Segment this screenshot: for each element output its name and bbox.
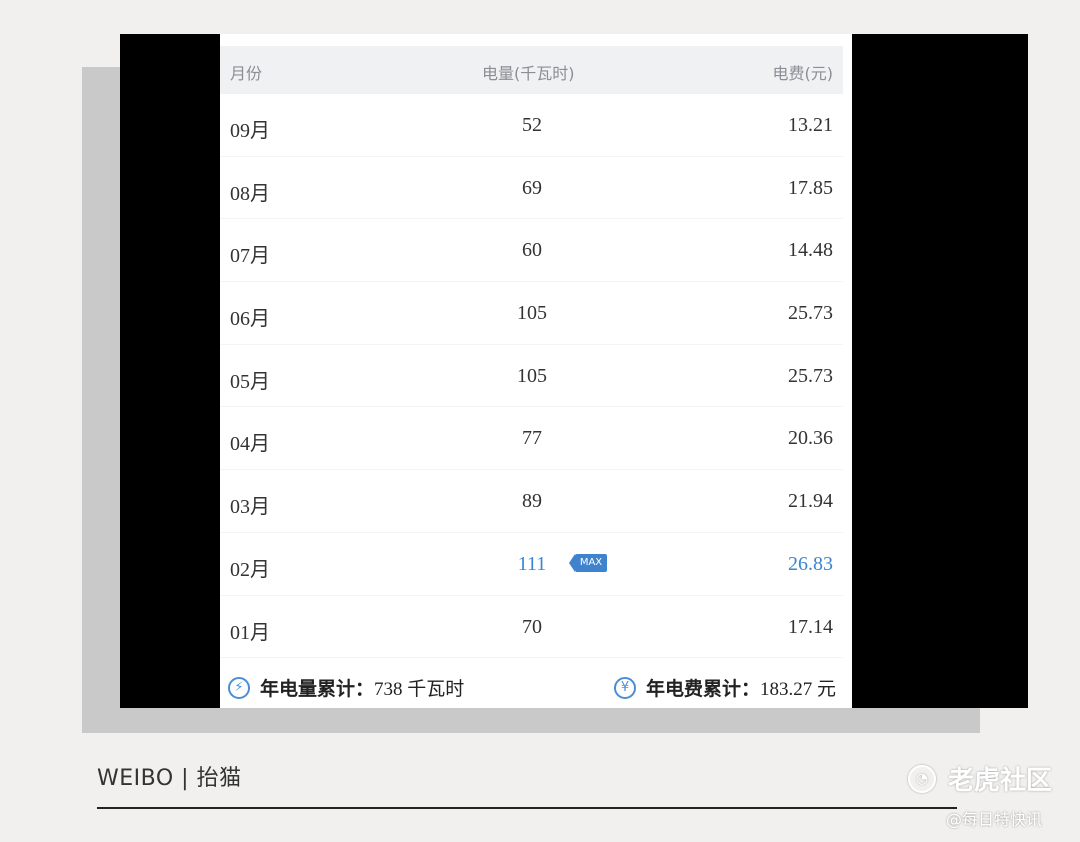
tiger-logo-icon: ◔ xyxy=(908,764,936,793)
yuan-icon: ¥ xyxy=(613,676,636,699)
table-row: 07月 60 14.48 xyxy=(220,219,843,283)
cell-fee: 26.83 xyxy=(788,552,833,575)
source-credit: WEIBO | 抬猫 xyxy=(97,766,242,791)
cell-kwh: 70 xyxy=(522,615,542,638)
annual-kwh-value: 738 千瓦时 xyxy=(374,679,465,700)
phone-screen: 月份 电量(千瓦时) 电费(元) 09月 52 13.21 08月 69 17.… xyxy=(220,34,852,708)
annual-summary: ⚡ 年电量累计： 738 千瓦时 ¥ 年电费累计： 183.27 元 xyxy=(220,670,852,708)
lightning-icon: ⚡ xyxy=(228,676,250,699)
table-body: 09月 52 13.21 08月 69 17.85 07月 60 14.48 0… xyxy=(220,94,843,659)
cell-month: 07月 xyxy=(230,245,270,268)
cell-fee: 25.73 xyxy=(788,302,833,325)
cell-kwh: 105 xyxy=(517,302,547,325)
cell-fee: 25.73 xyxy=(788,364,833,387)
cell-fee: 13.21 xyxy=(788,114,833,136)
cell-kwh: 60 xyxy=(522,239,542,262)
header-kwh: 电量(千瓦时) xyxy=(482,64,575,83)
annual-kwh-summary: ⚡ 年电量累计： 738 千瓦时 xyxy=(228,674,464,701)
cell-kwh: 89 xyxy=(522,490,542,513)
cell-fee: 21.94 xyxy=(788,490,833,513)
cell-month: 08月 xyxy=(230,182,270,205)
cell-month: 09月 xyxy=(230,120,270,142)
table-row: 01月 70 17.14 xyxy=(220,596,843,659)
table-row: 08月 69 17.85 xyxy=(220,157,843,220)
cell-month: 04月 xyxy=(230,433,270,456)
table-row-max: 02月 111 MAX 26.83 xyxy=(220,533,843,596)
cell-month: 03月 xyxy=(230,496,270,519)
table-row: 09月 52 13.21 xyxy=(220,94,843,157)
header-month: 月份 xyxy=(230,64,263,83)
annual-kwh-label: 年电量累计： xyxy=(260,678,375,700)
cell-fee: 20.36 xyxy=(788,427,833,450)
header-fee: 电费(元) xyxy=(772,64,834,83)
table-row: 03月 89 21.94 xyxy=(220,470,843,533)
watermark-brand: 老虎社区 xyxy=(948,766,1053,796)
annual-fee-label: 年电费累计： xyxy=(645,678,760,700)
cell-kwh: 111 xyxy=(517,552,547,575)
cell-kwh: 105 xyxy=(517,364,547,387)
watermark-handle: @每日特快讯 xyxy=(946,810,1043,829)
cell-month: 05月 xyxy=(230,370,270,393)
brand-watermark: ◔ 老虎社区 xyxy=(908,760,1052,797)
cell-kwh: 52 xyxy=(522,114,542,136)
table-row: 06月 105 25.73 xyxy=(220,282,843,345)
cell-kwh: 69 xyxy=(522,176,542,199)
table-header: 月份 电量(千瓦时) 电费(元) xyxy=(220,46,843,94)
cell-month: 01月 xyxy=(230,621,270,644)
cell-month: 06月 xyxy=(230,308,270,331)
cell-month: 02月 xyxy=(230,558,270,581)
table-row: 04月 77 20.36 xyxy=(220,407,843,471)
table-row: 05月 105 25.73 xyxy=(220,345,843,408)
annual-fee-value: 183.27 元 xyxy=(759,679,836,700)
cell-fee: 14.48 xyxy=(788,239,833,262)
max-badge: MAX xyxy=(569,553,607,572)
cell-fee: 17.85 xyxy=(788,176,833,199)
cell-fee: 17.14 xyxy=(788,615,833,638)
cell-kwh: 77 xyxy=(522,427,542,450)
footer-divider xyxy=(97,807,957,809)
annual-fee-summary: ¥ 年电费累计： 183.27 元 xyxy=(613,674,836,701)
